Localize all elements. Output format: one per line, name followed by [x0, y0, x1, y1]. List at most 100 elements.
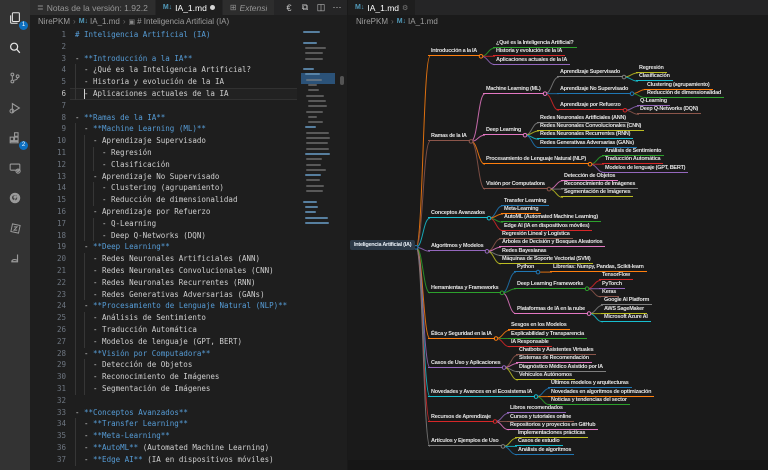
map-node[interactable]: Libros recomendados [507, 405, 566, 413]
map-node[interactable]: Procesamiento de Lenguaje Natural (NLP) [483, 156, 589, 164]
extension-z-icon[interactable] [0, 213, 30, 243]
map-node[interactable]: Explicabilidad y Transparencia [508, 331, 587, 339]
map-node[interactable]: Máquinas de Soporte Vectorial (SVM) [499, 256, 593, 264]
map-node[interactable]: TensorFlow [599, 272, 633, 280]
markmap-icon[interactable]: € [282, 1, 296, 14]
code-line: 23- Redes Generativas Adversarias (GANs) [30, 289, 347, 301]
explorer-icon[interactable]: 1 [0, 3, 30, 33]
map-node[interactable]: Herramientas y Frameworks [428, 285, 501, 293]
map-node[interactable]: Deep Learning Frameworks [514, 281, 586, 289]
map-node[interactable]: Ramas de la IA [428, 133, 470, 141]
map-node[interactable]: Redes Generativas Adversarias (GANs) [537, 140, 637, 148]
dirty-indicator[interactable] [210, 5, 215, 10]
github-icon[interactable] [0, 183, 30, 213]
map-node[interactable]: Noticias y tendencias del sector [548, 397, 630, 405]
source-control-icon[interactable] [0, 63, 30, 93]
map-node[interactable]: Reducción de dimensionalidad [644, 90, 724, 98]
map-node[interactable]: Sesgos en los Modelos [508, 322, 570, 330]
map-node[interactable]: Reconocimiento de Imágenes [561, 181, 638, 189]
map-node[interactable]: Análisis de Sentimiento [602, 148, 664, 156]
minimap[interactable] [301, 28, 335, 470]
breadcrumb-folder[interactable]: NirePKM [38, 17, 70, 26]
map-node[interactable]: Novedades y Avances en el Ecosistema IA [428, 389, 535, 397]
map-node[interactable]: Ética y Seguridad en la IA [428, 331, 495, 339]
map-node[interactable]: Diagnóstico Médico Asistido por IA [516, 364, 606, 372]
map-node[interactable]: Aprendizaje Supervisado [557, 69, 623, 77]
map-node[interactable]: Aplicaciones actuales de la IA [493, 57, 570, 65]
map-node[interactable]: Machine Learning (ML) [483, 86, 544, 94]
extensions-icon[interactable]: 2 [0, 123, 30, 153]
map-node[interactable]: Deep Q-Networks (DQN) [637, 106, 701, 114]
remote-explorer-icon[interactable] [0, 153, 30, 183]
map-node[interactable]: Redes Neuronales Artificiales (ANN) [537, 115, 629, 123]
map-node[interactable]: Segmentación de Imágenes [561, 189, 633, 197]
map-node[interactable]: Vehículos Autónomos [516, 372, 575, 380]
map-node[interactable]: Meta-Learning [501, 206, 541, 214]
map-node[interactable]: Visión por Computadora [483, 181, 548, 189]
tab-extensions-page[interactable]: ⊞ Extensi [223, 0, 276, 15]
map-node[interactable]: Introducción a la IA [428, 48, 480, 56]
map-node[interactable]: Keras [599, 289, 619, 297]
map-node[interactable]: Transfer Learning [501, 198, 549, 206]
map-node[interactable]: Análisis de algoritmos [515, 447, 574, 455]
map-node[interactable]: AWS SageMaker [601, 306, 647, 314]
open-preview-icon[interactable]: ⧉ [298, 1, 312, 14]
map-node[interactable]: Aprendizaje por Refuerzo [557, 102, 624, 110]
map-node[interactable]: Casos de Uso y Aplicaciones [428, 360, 503, 368]
extension-d-icon[interactable] [0, 243, 30, 273]
tab-release-notes[interactable]: ≣ Notas de la versión: 1.92.2 [30, 0, 156, 15]
map-node[interactable]: Librerías: Numpy, Pandas, Scikit-learn [550, 264, 647, 272]
map-node[interactable]: Detección de Objetos [561, 173, 618, 181]
map-node[interactable]: Casos de estudio [515, 438, 563, 446]
map-node[interactable]: Redes Neuronales Recurrentes (RNN) [537, 131, 633, 139]
more-actions-icon[interactable]: ⋯ [330, 1, 344, 14]
map-node[interactable]: Historia y evolución de la IA [493, 48, 565, 56]
scrollbar-decoration[interactable] [340, 76, 344, 85]
breadcrumb-file[interactable]: M↓IA_1.md [397, 17, 438, 26]
map-node[interactable]: Traducción Automática [602, 156, 663, 164]
breadcrumb-symbol[interactable]: ▣# Inteligencia Artificial (IA) [129, 17, 230, 26]
map-node[interactable]: PyTorch [599, 281, 625, 289]
breadcrumb-folder[interactable]: NirePKM [356, 17, 388, 26]
map-node[interactable]: Repositorios y proyectos en GitHub [507, 422, 598, 430]
gear-icon[interactable]: ⚙ [402, 4, 408, 12]
tab-ia1-md[interactable]: M↓ IA_1.md [156, 0, 223, 15]
map-node[interactable]: Chatbots y Asistentes Virtuales [516, 347, 596, 355]
search-icon[interactable] [0, 33, 30, 63]
map-node[interactable]: Modelos de lenguaje (GPT, BERT) [602, 165, 688, 173]
map-node[interactable]: Sistemas de Recomendación [516, 355, 592, 363]
map-node[interactable]: Deep Learning [483, 127, 524, 135]
tab-markmap-preview[interactable]: M↓ IA_1.md ⚙ [348, 0, 416, 15]
map-node[interactable]: Recursos de Aprendizaje [428, 414, 494, 422]
map-node[interactable]: Implementaciones prácticas [515, 430, 588, 438]
map-node[interactable]: Cursos y tutoriales online [507, 414, 574, 422]
map-node[interactable]: ¿Qué es la Inteligencia Artificial? [493, 40, 577, 48]
map-node[interactable]: Clasificación [636, 73, 673, 81]
map-node[interactable]: Novedades en algoritmos de optimización [548, 389, 654, 397]
mindmap[interactable]: Inteligencia Artificial (IA) Introducción… [348, 28, 768, 470]
map-node[interactable]: Edge AI (IA en dispositivos móviles) [501, 223, 592, 231]
map-node[interactable]: IA Responsable [508, 339, 552, 347]
breadcrumb-file[interactable]: M↓IA_1.md [79, 17, 120, 26]
map-node[interactable]: Plataformas de IA en la nube [514, 306, 588, 314]
split-editor-icon[interactable]: ◫ [314, 1, 328, 14]
map-node[interactable]: Regresión Lineal y Logística [499, 231, 573, 239]
map-node[interactable]: Microsoft Azure AI [601, 314, 651, 322]
map-root-node[interactable]: Inteligencia Artificial (IA) [350, 240, 415, 250]
map-node[interactable]: Redes Neuronales Convolucionales (CNN) [537, 123, 644, 131]
map-node[interactable]: Artículos y Ejemplos de Uso [428, 438, 502, 446]
map-node[interactable]: Últimos modelos y arquitecturas [548, 380, 632, 388]
map-node[interactable]: Clustering (agrupamiento) [644, 82, 713, 90]
map-node[interactable]: Conceptos Avanzados [428, 210, 488, 218]
map-node[interactable]: Aprendizaje No Supervisado [557, 86, 631, 94]
code-editor[interactable]: 1# Inteligencia Artificial (IA)23- **Int… [30, 28, 347, 470]
map-node[interactable]: Algoritmos y Modelos [428, 243, 486, 251]
map-node[interactable]: Google AI Platform [601, 297, 652, 305]
map-node[interactable]: Python [514, 264, 537, 272]
map-node[interactable]: Redes Bayesianas [499, 248, 549, 256]
run-debug-icon[interactable] [0, 93, 30, 123]
map-node[interactable]: AutoML (Automated Machine Learning) [501, 214, 601, 222]
map-node[interactable]: Q-Learning [637, 98, 670, 106]
map-node[interactable]: Regresión [636, 65, 667, 73]
map-node[interactable]: Árboles de Decisión y Bosques Aleatorios [499, 239, 605, 247]
